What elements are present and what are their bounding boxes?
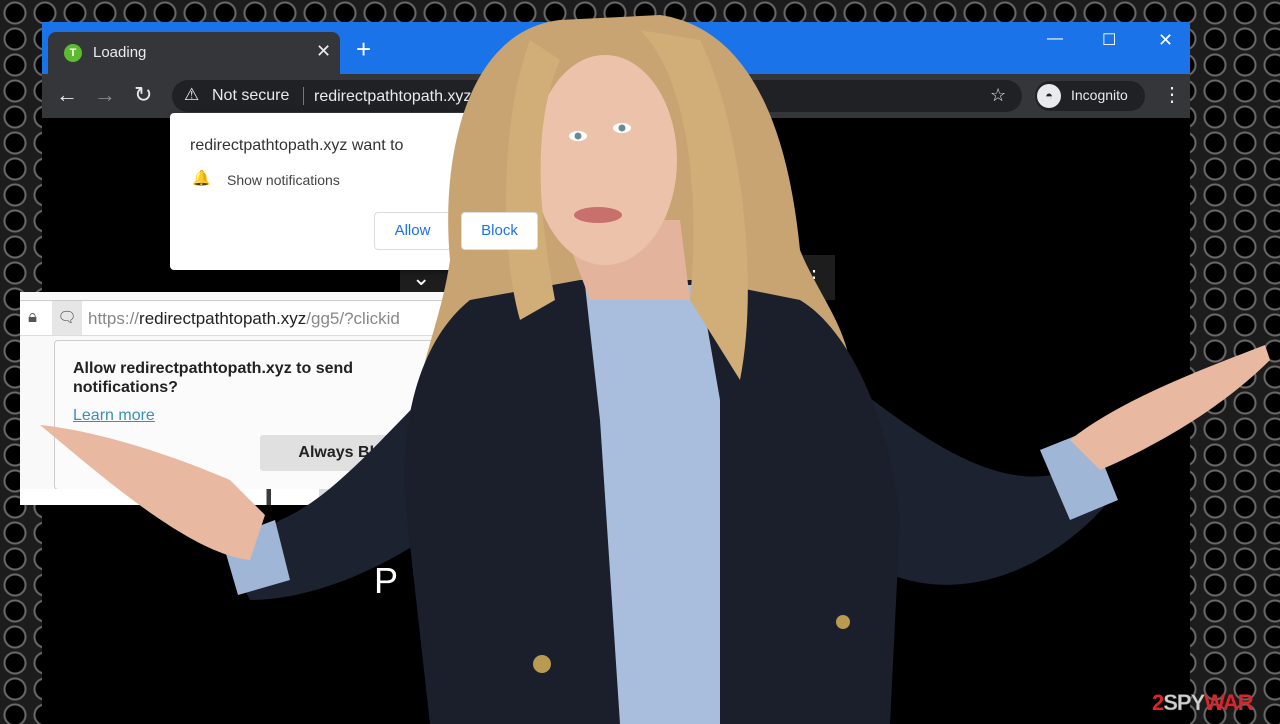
button <box>836 615 850 629</box>
lips <box>574 207 622 223</box>
block-button[interactable]: Block <box>461 212 538 250</box>
right-hand <box>1070 345 1270 470</box>
woman-shrugging-photo <box>40 15 1270 724</box>
logo-part: WAR <box>1204 690 1253 715</box>
button <box>533 655 551 673</box>
left-hand <box>40 425 265 560</box>
logo-part: SPY <box>1163 690 1206 716</box>
logo-part: 2 <box>1152 690 1164 715</box>
face <box>533 55 677 265</box>
watermark-logo: 2SPYWAR <box>1152 690 1254 716</box>
